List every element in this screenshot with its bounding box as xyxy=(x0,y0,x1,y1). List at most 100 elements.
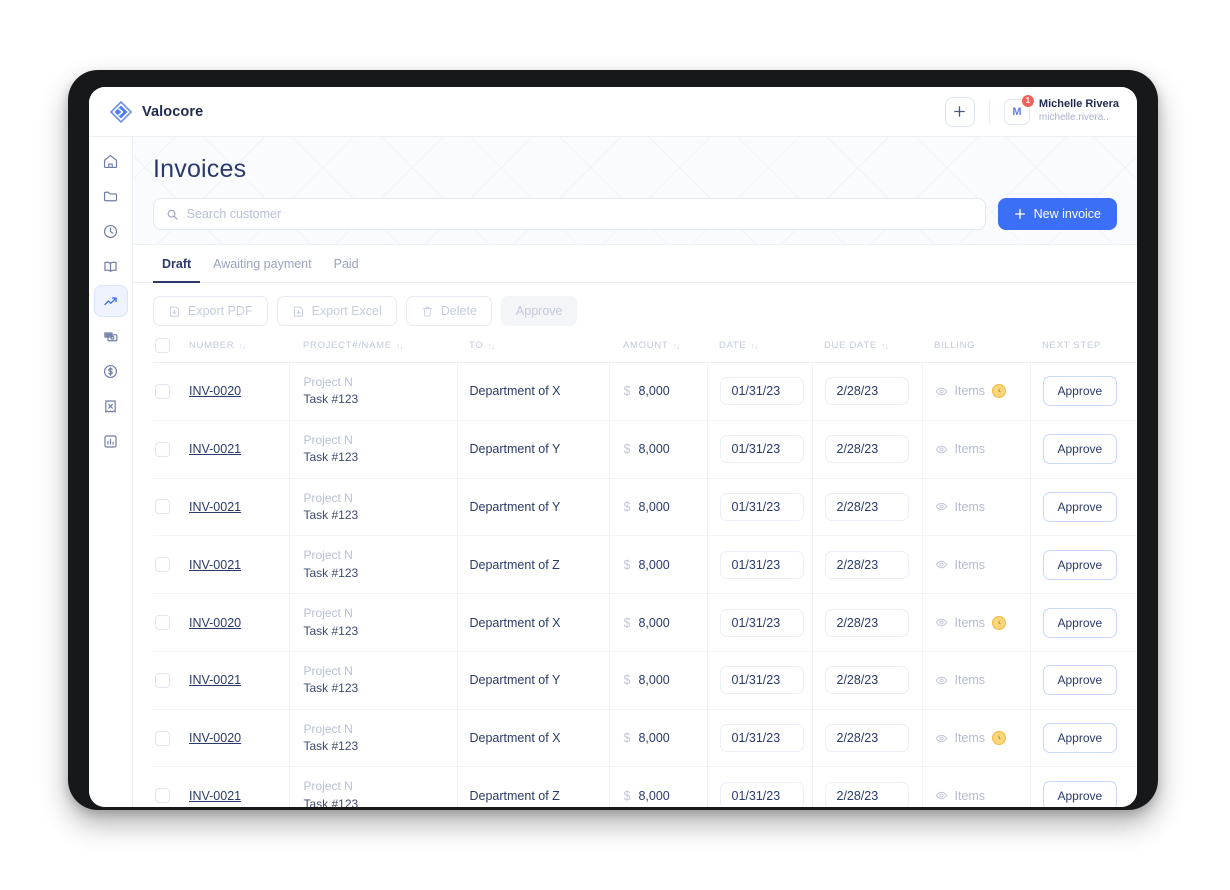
tab-awaiting-payment[interactable]: Awaiting payment xyxy=(204,245,320,283)
row-checkbox[interactable] xyxy=(155,788,170,804)
sidebar-item-payments[interactable] xyxy=(94,320,128,352)
header-project[interactable]: PROJECT#/NAME ↑↓ xyxy=(289,338,457,363)
clock-badge-icon xyxy=(992,615,1007,630)
cell-project: Project N Task #123 xyxy=(289,420,458,479)
invoice-link[interactable]: INV-0021 xyxy=(189,789,241,803)
select-all-checkbox[interactable] xyxy=(155,338,170,353)
header-number[interactable]: NUMBER ↑↓ xyxy=(189,338,289,363)
delete-button[interactable]: Delete xyxy=(405,296,492,326)
date-field[interactable]: 01/31/23 xyxy=(719,377,804,406)
due-date-field[interactable]: 2/28/23 xyxy=(824,781,909,807)
money-bills-icon xyxy=(104,331,118,341)
amount-value: 8,000 xyxy=(638,557,670,572)
sidebar-item-analytics[interactable] xyxy=(93,285,128,317)
header-amount[interactable]: AMOUNT ↑↓ xyxy=(609,338,707,363)
approve-row-button[interactable]: Approve xyxy=(1042,434,1118,465)
invoice-link[interactable]: INV-0021 xyxy=(189,500,241,514)
table-row[interactable]: INV-0020 Project N Task #123 Department … xyxy=(153,709,1137,768)
sidebar-item-home[interactable] xyxy=(94,145,128,177)
date-field[interactable]: 01/31/23 xyxy=(719,666,804,695)
table-row[interactable]: INV-0021 Project N Task #123 Department … xyxy=(153,535,1137,595)
date-field[interactable]: 01/31/23 xyxy=(719,492,804,521)
sidebar-item-book[interactable] xyxy=(94,250,128,282)
invoice-link[interactable]: INV-0020 xyxy=(189,384,241,398)
approve-row-button[interactable]: Approve xyxy=(1042,549,1118,580)
header-to[interactable]: TO ↑↓ xyxy=(457,338,609,363)
row-checkbox[interactable] xyxy=(155,557,170,573)
row-checkbox[interactable] xyxy=(155,383,170,399)
billing-items[interactable]: Items xyxy=(935,384,1030,399)
row-select-cell xyxy=(153,535,189,595)
eye-icon xyxy=(935,560,947,569)
invoice-link[interactable]: INV-0021 xyxy=(189,673,241,687)
sidebar-item-reports[interactable] xyxy=(94,425,128,457)
user-menu[interactable]: M 1 Michelle Rivera michelle.rivera.. xyxy=(1003,93,1119,125)
table-row[interactable]: INV-0020 Project N Task #123 Department … xyxy=(153,362,1137,421)
cell-number: INV-0020 xyxy=(189,593,290,652)
due-date-field[interactable]: 2/28/23 xyxy=(824,492,909,521)
header-date-label: DATE xyxy=(719,340,747,351)
search-box[interactable] xyxy=(153,198,986,230)
sidebar-item-folder[interactable] xyxy=(94,180,128,212)
header-date[interactable]: DATE ↑↓ xyxy=(707,338,812,363)
table-row[interactable]: INV-0021 Project N Task #123 Department … xyxy=(153,651,1137,710)
approve-row-button[interactable]: Approve xyxy=(1042,491,1118,522)
billing-items[interactable]: Items xyxy=(935,789,1030,803)
invoice-link[interactable]: INV-0020 xyxy=(189,616,241,630)
approve-row-button[interactable]: Approve xyxy=(1042,376,1118,407)
row-checkbox[interactable] xyxy=(155,730,170,746)
table-row[interactable]: INV-0021 Project N Task #123 Department … xyxy=(153,478,1137,537)
billing-items[interactable]: Items xyxy=(935,615,1030,630)
export-pdf-button[interactable]: Export PDF xyxy=(153,296,268,326)
invoice-link[interactable]: INV-0021 xyxy=(189,558,241,572)
add-button[interactable] xyxy=(944,96,975,127)
date-field[interactable]: 01/31/23 xyxy=(719,550,804,579)
due-date-field[interactable]: 2/28/23 xyxy=(824,435,909,464)
header-due-date[interactable]: DUE DATE ↑↓ xyxy=(812,338,922,363)
row-checkbox[interactable] xyxy=(155,672,170,688)
new-invoice-label: New invoice xyxy=(1033,207,1101,221)
due-date-field[interactable]: 2/28/23 xyxy=(824,550,909,579)
new-invoice-button[interactable]: New invoice xyxy=(997,198,1117,230)
tab-draft[interactable]: Draft xyxy=(153,245,201,283)
approve-row-button[interactable]: Approve xyxy=(1042,665,1118,696)
date-field[interactable]: 01/31/23 xyxy=(719,608,804,637)
invoice-link[interactable]: INV-0021 xyxy=(189,442,241,456)
header-amount-label: AMOUNT xyxy=(623,340,669,351)
billing-items[interactable]: Items xyxy=(935,731,1030,746)
due-date-field[interactable]: 2/28/23 xyxy=(824,608,909,637)
invoice-link[interactable]: INV-0020 xyxy=(189,731,241,745)
billing-items[interactable]: Items xyxy=(935,673,1030,687)
task-name: Task #123 xyxy=(303,450,359,465)
due-date-field[interactable]: 2/28/23 xyxy=(824,724,909,753)
export-excel-button[interactable]: Export Excel xyxy=(276,296,397,326)
row-checkbox[interactable] xyxy=(155,615,170,631)
row-select-cell xyxy=(153,593,189,652)
billing-items[interactable]: Items xyxy=(935,500,1030,514)
sidebar-item-receipts[interactable] xyxy=(94,390,128,422)
billing-items[interactable]: Items xyxy=(935,558,1030,572)
brand-name: Valocore xyxy=(142,103,204,120)
table-row[interactable]: INV-0021 Project N Task #123 Department … xyxy=(153,766,1137,807)
date-field[interactable]: 01/31/23 xyxy=(719,781,804,807)
table-row[interactable]: INV-0020 Project N Task #123 Department … xyxy=(153,593,1137,652)
approve-row-button[interactable]: Approve xyxy=(1042,607,1118,638)
row-checkbox[interactable] xyxy=(155,499,170,515)
approve-row-button[interactable]: Approve xyxy=(1042,723,1118,754)
billing-items[interactable]: Items xyxy=(935,442,1030,456)
date-field[interactable]: 01/31/23 xyxy=(719,724,804,753)
sidebar-item-clock[interactable] xyxy=(94,215,128,247)
approve-row-button[interactable]: Approve xyxy=(1042,780,1118,807)
sort-icon: ↑↓ xyxy=(880,340,889,351)
brand[interactable]: Valocore xyxy=(109,100,203,124)
table-row[interactable]: INV-0021 Project N Task #123 Department … xyxy=(153,420,1137,479)
sidebar-item-billing[interactable] xyxy=(94,355,128,387)
amount-value: 8,000 xyxy=(638,788,670,803)
date-field[interactable]: 01/31/23 xyxy=(719,435,804,464)
due-date-field[interactable]: 2/28/23 xyxy=(824,377,909,406)
approve-bulk-button[interactable]: Approve xyxy=(500,296,578,326)
due-date-field[interactable]: 2/28/23 xyxy=(824,666,909,695)
tab-paid[interactable]: Paid xyxy=(325,245,368,283)
row-checkbox[interactable] xyxy=(155,441,170,457)
search-input[interactable] xyxy=(186,207,973,221)
